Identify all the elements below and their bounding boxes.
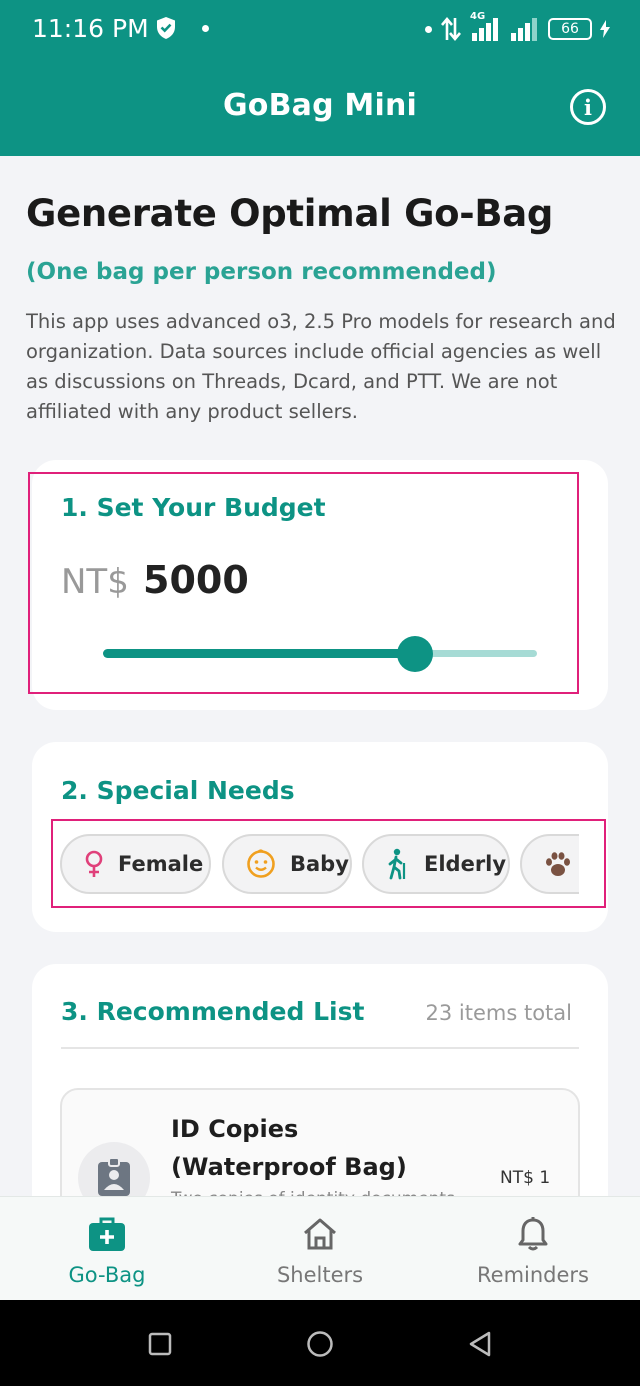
bottom-nav: Go-Bag Shelters Reminders (0, 1196, 640, 1300)
nav-label: Go-Bag (68, 1263, 146, 1287)
signal-4g-icon: 4G (470, 11, 502, 43)
medical-bag-icon (89, 1217, 125, 1251)
chip-label: Female (118, 852, 204, 876)
shield-icon (157, 17, 175, 39)
page-title: Generate Optimal Go-Bag (26, 192, 554, 235)
chip-label: Baby (290, 852, 349, 876)
notification-dot (202, 25, 209, 32)
battery-level: 66 (561, 21, 579, 37)
nav-item-go-bag[interactable]: Go-Bag (40, 1197, 174, 1301)
chip-pet[interactable] (520, 834, 579, 894)
nav-label: Reminders (477, 1263, 589, 1287)
status-time: 11:16 PM (32, 14, 149, 43)
page-subtitle: (One bag per person recommended) (26, 259, 497, 285)
status-indicators: 4G 66 (425, 11, 610, 44)
battery-icon: 66 (548, 18, 592, 40)
budget-value: 5000 (143, 558, 249, 602)
info-icon[interactable]: i (570, 89, 606, 125)
data-transfer-icon (441, 16, 461, 42)
budget-slider-fill[interactable] (103, 649, 416, 658)
list-divider (61, 1047, 579, 1049)
signal-icon (511, 18, 537, 41)
nav-label: Shelters (276, 1263, 364, 1287)
chip-elderly[interactable]: Elderly (362, 834, 510, 894)
special-needs-chip-scroller[interactable]: Female Baby Elderly (60, 832, 579, 898)
recents-icon[interactable] (148, 1332, 172, 1356)
charging-icon (600, 20, 610, 38)
bell-icon (518, 1217, 548, 1251)
home-button-icon[interactable] (306, 1330, 334, 1358)
notification-dot (425, 25, 432, 33)
budget-heading: 1. Set Your Budget (61, 493, 326, 522)
special-needs-heading: 2. Special Needs (61, 776, 295, 805)
recommended-heading: 3. Recommended List (61, 997, 365, 1026)
chip-female[interactable]: Female (60, 834, 211, 894)
nav-item-shelters[interactable]: Shelters (254, 1197, 386, 1301)
female-symbol-icon (85, 850, 103, 877)
chip-baby[interactable]: Baby (222, 834, 352, 894)
system-nav-bar (0, 1300, 640, 1386)
budget-currency: NT$ (61, 562, 129, 602)
app-bar: GoBag Mini i (0, 58, 640, 156)
baby-face-icon (247, 849, 275, 878)
home-icon (304, 1218, 336, 1250)
status-bar: 11:16 PM 4G 66 (0, 0, 640, 58)
paw-icon (546, 852, 570, 876)
back-icon[interactable] (467, 1330, 493, 1358)
item-count: 23 items total (425, 1001, 572, 1025)
app-title: GoBag Mini (222, 88, 418, 123)
elderly-walking-icon (388, 848, 406, 880)
item-name: ID Copies (Waterproof Bag) (171, 1115, 407, 1181)
nav-item-reminders[interactable]: Reminders (462, 1197, 604, 1301)
page-description: This app uses advanced o3, 2.5 Pro model… (26, 310, 616, 423)
chip-label: Elderly (424, 852, 507, 876)
item-price: NT$ 1 (500, 1168, 551, 1188)
